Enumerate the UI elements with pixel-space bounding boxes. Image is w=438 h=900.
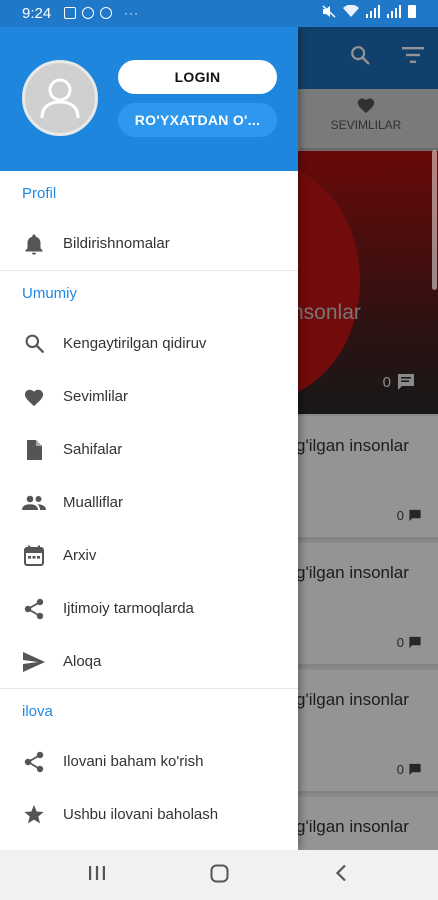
home-icon[interactable] xyxy=(210,864,229,883)
menu-item-authors[interactable]: Mualliflar xyxy=(0,476,298,529)
menu-item-label: Kengaytirilgan qidiruv xyxy=(63,335,207,352)
recent-apps-icon[interactable] xyxy=(88,864,106,882)
wifi-icon xyxy=(343,5,359,17)
user-icon xyxy=(40,78,80,119)
menu-item-advanced-search[interactable]: Kengaytirilgan qidiruv xyxy=(0,317,298,370)
file-icon xyxy=(27,439,42,460)
location-icon xyxy=(82,7,94,19)
section-title-umumiy: Umumiy xyxy=(22,285,77,302)
system-icons xyxy=(322,5,416,18)
menu-item-favorites[interactable]: Sevimlilar xyxy=(0,370,298,423)
menu-item-share-app[interactable]: Ilovani baham ko'rish xyxy=(0,735,298,788)
search-icon xyxy=(25,334,44,353)
heart-icon xyxy=(24,389,44,406)
menu-item-label: Arxiv xyxy=(63,547,97,564)
battery-icon xyxy=(408,5,416,18)
menu-item-label: Ushbu ilovani baholash xyxy=(63,806,219,823)
menu-item-label: Ijtimoiy tarmoqlarda xyxy=(63,600,194,617)
people-icon xyxy=(22,495,46,510)
back-icon[interactable] xyxy=(334,864,348,882)
system-navigation-bar xyxy=(0,850,438,900)
menu-item-pages[interactable]: Sahifalar xyxy=(0,423,298,476)
scroll-indicator xyxy=(432,150,437,290)
login-button[interactable]: LOGIN xyxy=(118,60,277,94)
menu-item-label: Sahifalar xyxy=(63,441,123,458)
menu-item-contact[interactable]: Aloqa xyxy=(0,635,298,688)
signal-icon xyxy=(366,5,380,18)
signal-icon xyxy=(387,5,401,18)
menu-item-archive[interactable]: Arxiv xyxy=(0,529,298,582)
send-icon xyxy=(23,651,45,672)
calendar-icon xyxy=(24,545,44,566)
menu-item-label: Mualliflar xyxy=(63,494,124,511)
drawer-header: LOGIN RO'YXATDAN O'... xyxy=(0,27,298,171)
mute-icon xyxy=(322,5,336,18)
more-notifications-icon: ··· xyxy=(124,6,139,20)
location-icon xyxy=(100,7,112,19)
status-bar: 9:24 ··· xyxy=(0,0,438,27)
gallery-icon xyxy=(64,7,76,19)
menu-item-label: Ilovani baham ko'rish xyxy=(63,753,204,770)
notification-icons: ··· xyxy=(64,6,139,20)
section-title-ilova: ilova xyxy=(22,703,53,720)
status-time: 9:24 xyxy=(22,5,52,22)
section-title-profil: Profil xyxy=(22,185,57,202)
share-icon xyxy=(24,751,44,772)
navigation-drawer: LOGIN RO'YXATDAN O'... Profil Bildirishn… xyxy=(0,27,298,850)
share-icon xyxy=(24,598,44,619)
menu-item-label: Bildirishnomalar xyxy=(63,235,170,252)
menu-item-notifications[interactable]: Bildirishnomalar xyxy=(0,217,298,270)
register-button[interactable]: RO'YXATDAN O'... xyxy=(118,103,277,137)
menu-item-social-networks[interactable]: Ijtimoiy tarmoqlarda xyxy=(0,582,298,635)
menu-item-rate-app[interactable]: Ushbu ilovani baholash xyxy=(0,788,298,841)
star-icon xyxy=(24,804,44,824)
bell-icon xyxy=(25,234,43,255)
menu-item-label: Aloqa xyxy=(63,653,102,670)
avatar[interactable] xyxy=(22,60,98,136)
menu-item-label: Sevimlilar xyxy=(63,388,129,405)
